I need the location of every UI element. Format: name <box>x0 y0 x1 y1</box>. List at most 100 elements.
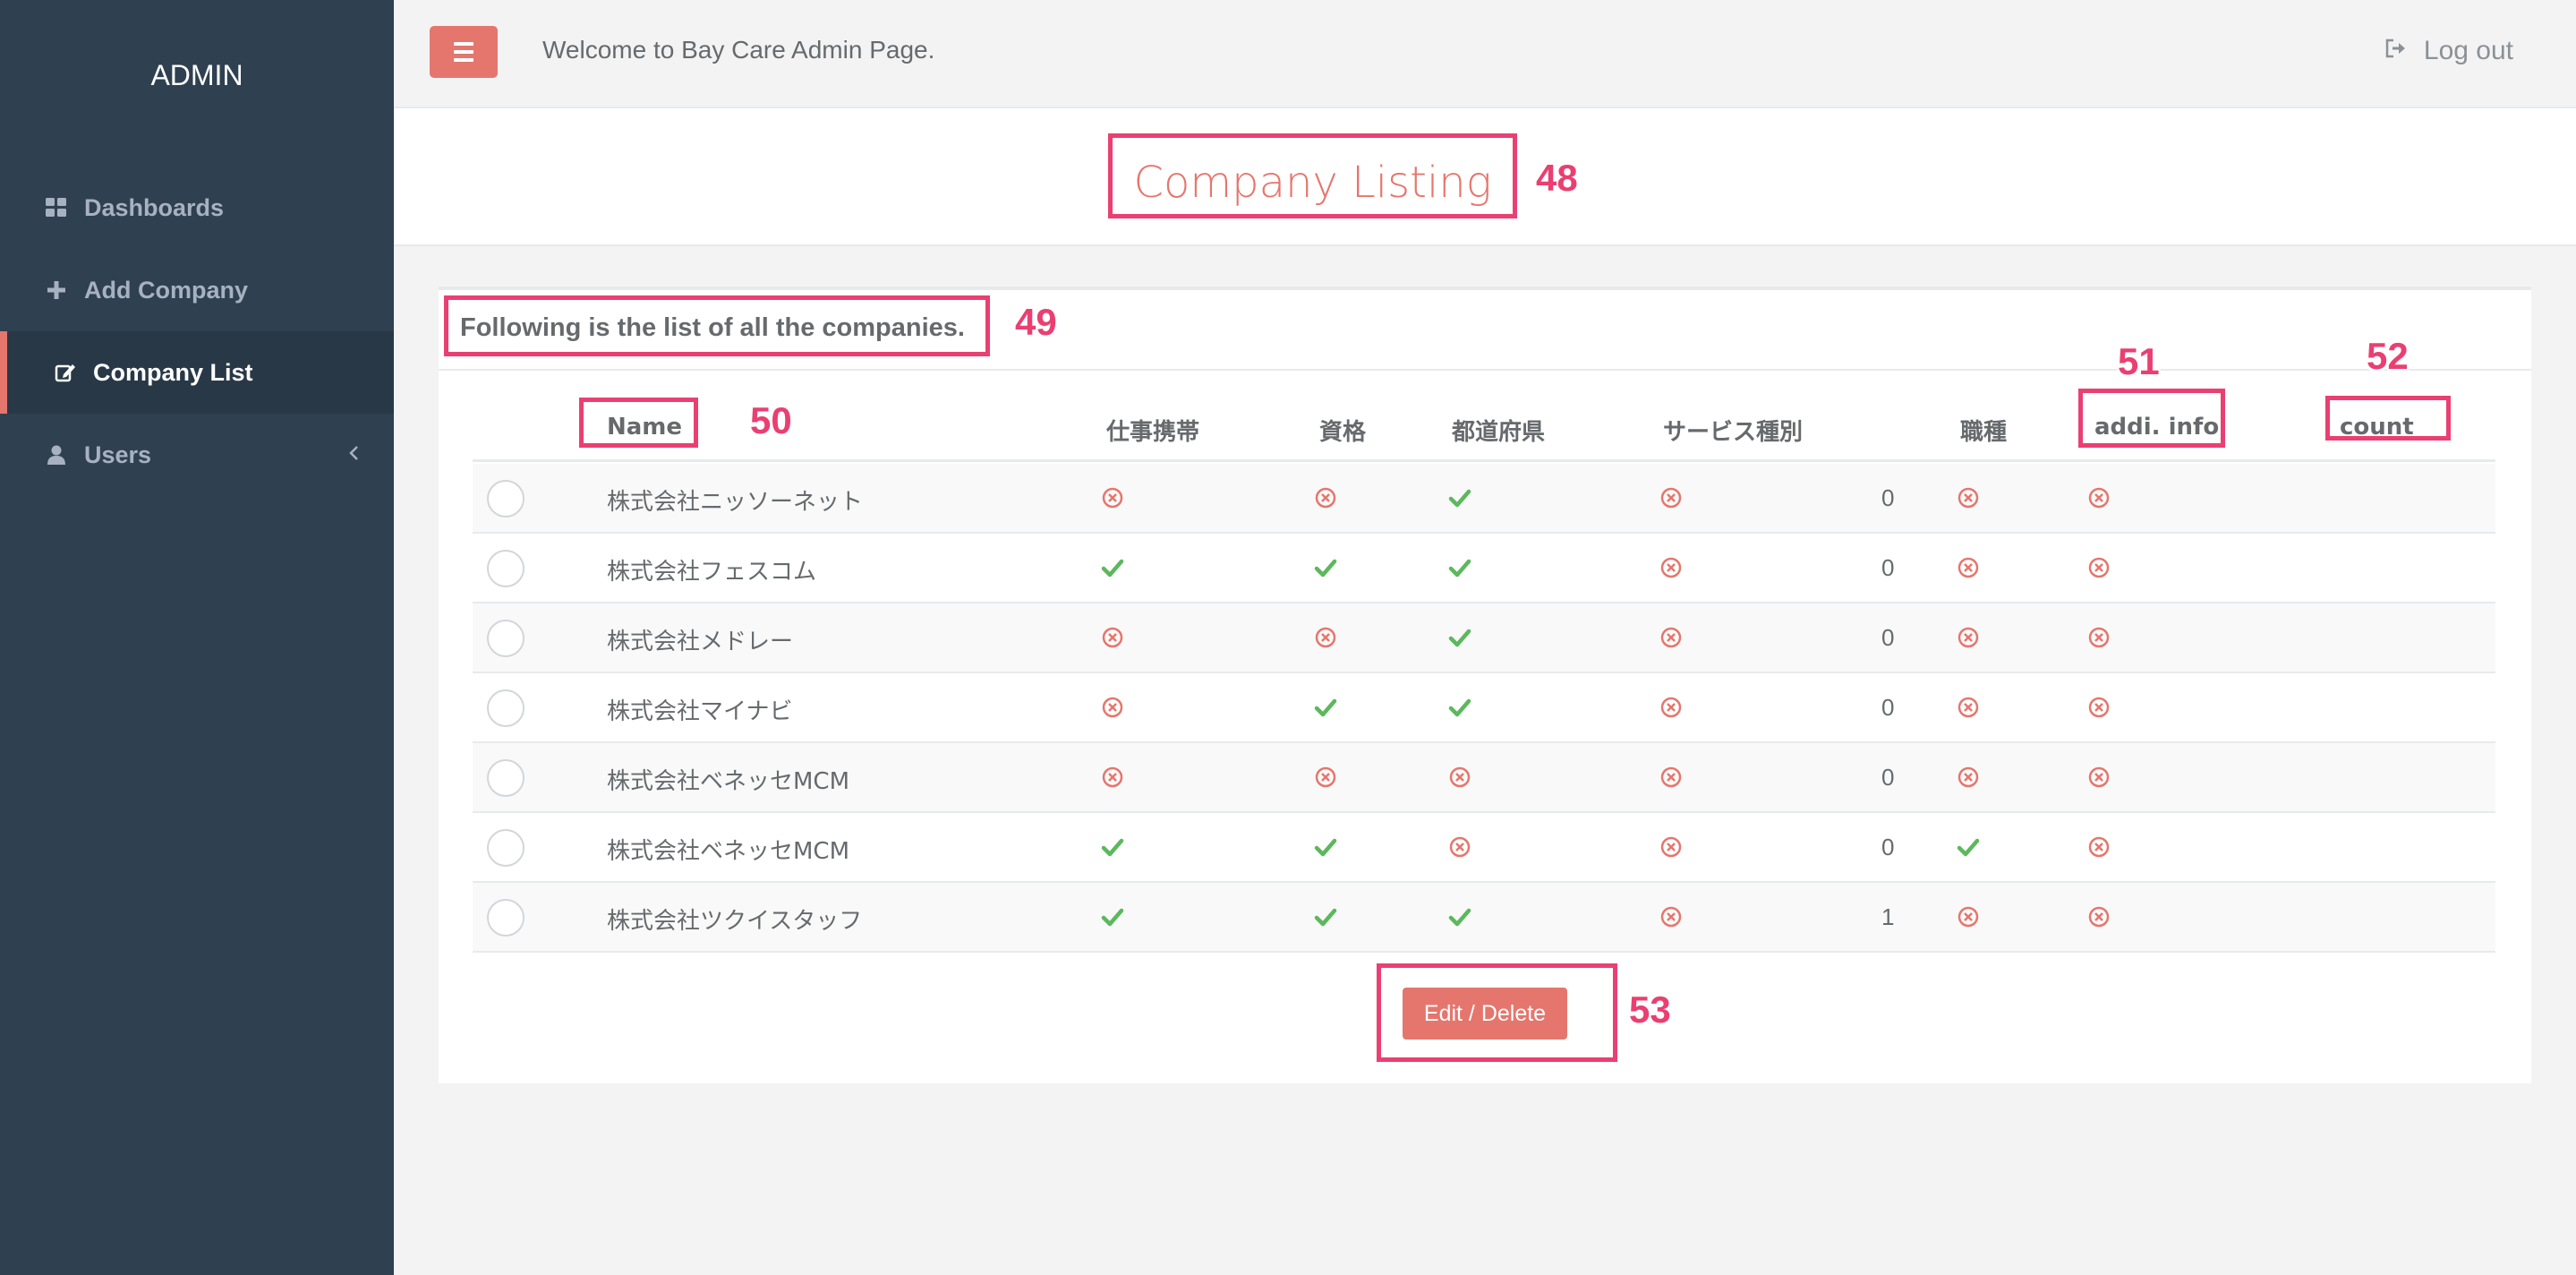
company-name: 株式会社ニッソーネット <box>607 489 864 516</box>
company-name: 株式会社ツクイスタッフ <box>607 908 863 935</box>
count-value: 0 <box>1881 694 1895 721</box>
cross-circle-icon <box>1314 626 1337 649</box>
table-row[interactable]: 株式会社メドレー 0 <box>473 603 2495 673</box>
company-list-card: Following is the list of all the compani… <box>439 287 2531 1083</box>
sidebar: ADMIN Dashboards Add Company Company Lis… <box>0 0 394 1275</box>
table-header: Name 50 仕事携帯 資格 都道府県 サービス種別 職種 addi. inf… <box>473 335 2495 462</box>
cross-circle-icon <box>2087 905 2111 928</box>
topbar: Welcome to Bay Care Admin Page. Log out <box>394 0 2576 108</box>
cross-circle-icon <box>1957 556 1980 579</box>
cross-circle-icon <box>1101 486 1124 509</box>
count-value: 0 <box>1881 624 1895 651</box>
column-header-prefecture: 都道府県 <box>1452 419 1546 446</box>
grid-icon <box>45 196 68 219</box>
column-header-addi-info: addi. info <box>2094 414 2220 441</box>
cross-circle-icon <box>1314 766 1337 789</box>
cross-circle-icon <box>1957 626 1980 649</box>
sidebar-item-add-company[interactable]: Add Company <box>0 249 394 331</box>
chevron-left-icon <box>347 441 360 460</box>
edit-delete-button[interactable]: Edit / Delete <box>1403 988 1567 1040</box>
table-row[interactable]: 株式会社マイナビ 0 <box>473 673 2495 743</box>
check-icon <box>1101 905 1124 928</box>
sign-out-icon <box>2384 36 2408 66</box>
cross-circle-icon <box>1101 696 1124 719</box>
column-header-job-type: 職種 <box>1960 419 2008 446</box>
table-row[interactable]: 株式会社ツクイスタッフ 1 <box>473 883 2495 953</box>
cross-circle-icon <box>1659 626 1683 649</box>
logout-link[interactable]: Log out <box>2384 36 2513 66</box>
check-icon <box>1448 626 1471 649</box>
annotation-label: 51 <box>2118 340 2160 382</box>
cross-circle-icon <box>1659 696 1683 719</box>
sidebar-item-label: Dashboards <box>84 193 225 221</box>
cross-circle-icon <box>1957 905 1980 928</box>
check-icon <box>1448 905 1471 928</box>
annotation-label: 52 <box>2367 335 2409 377</box>
company-name: 株式会社メドレー <box>607 629 794 655</box>
count-value: 1 <box>1881 903 1895 930</box>
brand-label: ADMIN <box>150 59 243 91</box>
annotation-label: 48 <box>1536 157 1578 199</box>
table-row[interactable]: 株式会社ニッソーネット 0 <box>473 464 2495 534</box>
annotation-box: Company Listing <box>1108 133 1517 218</box>
row-select-radio[interactable] <box>487 620 525 657</box>
check-icon <box>1448 486 1471 509</box>
row-select-radio[interactable] <box>487 550 525 587</box>
row-select-radio[interactable] <box>487 689 525 727</box>
check-icon <box>1448 556 1471 579</box>
row-select-radio[interactable] <box>487 759 525 797</box>
row-select-radio[interactable] <box>487 899 525 937</box>
cross-circle-icon <box>1448 766 1471 789</box>
sidebar-item-company-list[interactable]: Company List <box>0 331 394 414</box>
cross-circle-icon <box>1957 696 1980 719</box>
cross-circle-icon <box>2087 766 2111 789</box>
column-header-work-phone: 仕事携帯 <box>1106 419 1200 446</box>
cross-circle-icon <box>1659 556 1683 579</box>
annotation-label: 53 <box>1629 988 1671 1031</box>
card-title: Following is the list of all the compani… <box>460 313 965 342</box>
cross-circle-icon <box>1957 486 1980 509</box>
table-row[interactable]: 株式会社ベネッセMCM 0 <box>473 813 2495 883</box>
column-header-count: count <box>2340 414 2414 441</box>
check-icon <box>1314 905 1337 928</box>
cross-circle-icon <box>1101 766 1124 789</box>
sidebar-item-label: Add Company <box>84 276 249 304</box>
cross-circle-icon <box>1101 626 1124 649</box>
table-row[interactable]: 株式会社フェスコム 0 <box>473 534 2495 603</box>
check-icon <box>1314 556 1337 579</box>
cross-circle-icon <box>2087 556 2111 579</box>
sidebar-item-dashboards[interactable]: Dashboards <box>0 167 394 249</box>
cross-circle-icon <box>1659 905 1683 928</box>
count-value: 0 <box>1881 484 1895 511</box>
annotation-label: 50 <box>750 399 792 441</box>
column-header-service-type: サービス種別 <box>1663 419 1804 446</box>
sidebar-item-users[interactable]: Users <box>0 414 394 496</box>
cross-circle-icon <box>1957 766 1980 789</box>
table-row[interactable]: 株式会社ベネッセMCM 0 <box>473 743 2495 813</box>
sidebar-item-label: Users <box>84 441 152 468</box>
row-select-radio[interactable] <box>487 829 525 867</box>
cross-circle-icon <box>2087 626 2111 649</box>
cross-circle-icon <box>2087 486 2111 509</box>
check-icon <box>1957 835 1980 859</box>
column-header-qualification: 資格 <box>1319 419 1367 446</box>
card-header: Following is the list of all the compani… <box>439 290 2531 371</box>
check-icon <box>1101 835 1124 859</box>
cross-circle-icon <box>1659 766 1683 789</box>
page-heading: Company Listing 48 <box>394 108 2576 246</box>
cross-circle-icon <box>1659 835 1683 859</box>
row-select-radio[interactable] <box>487 480 525 518</box>
cross-circle-icon <box>1659 486 1683 509</box>
company-name: 株式会社フェスコム <box>607 559 817 586</box>
hamburger-icon[interactable] <box>430 26 498 78</box>
column-header-name: Name <box>607 414 683 441</box>
check-icon <box>1448 696 1471 719</box>
logout-label: Log out <box>2423 36 2513 65</box>
company-name: 株式会社ベネッセMCM <box>607 768 850 795</box>
check-icon <box>1314 696 1337 719</box>
page-title: Company Listing <box>1133 158 1492 208</box>
count-value: 0 <box>1881 764 1895 791</box>
edit-icon <box>54 361 77 384</box>
company-name: 株式会社マイナビ <box>607 698 793 725</box>
cross-circle-icon <box>2087 696 2111 719</box>
